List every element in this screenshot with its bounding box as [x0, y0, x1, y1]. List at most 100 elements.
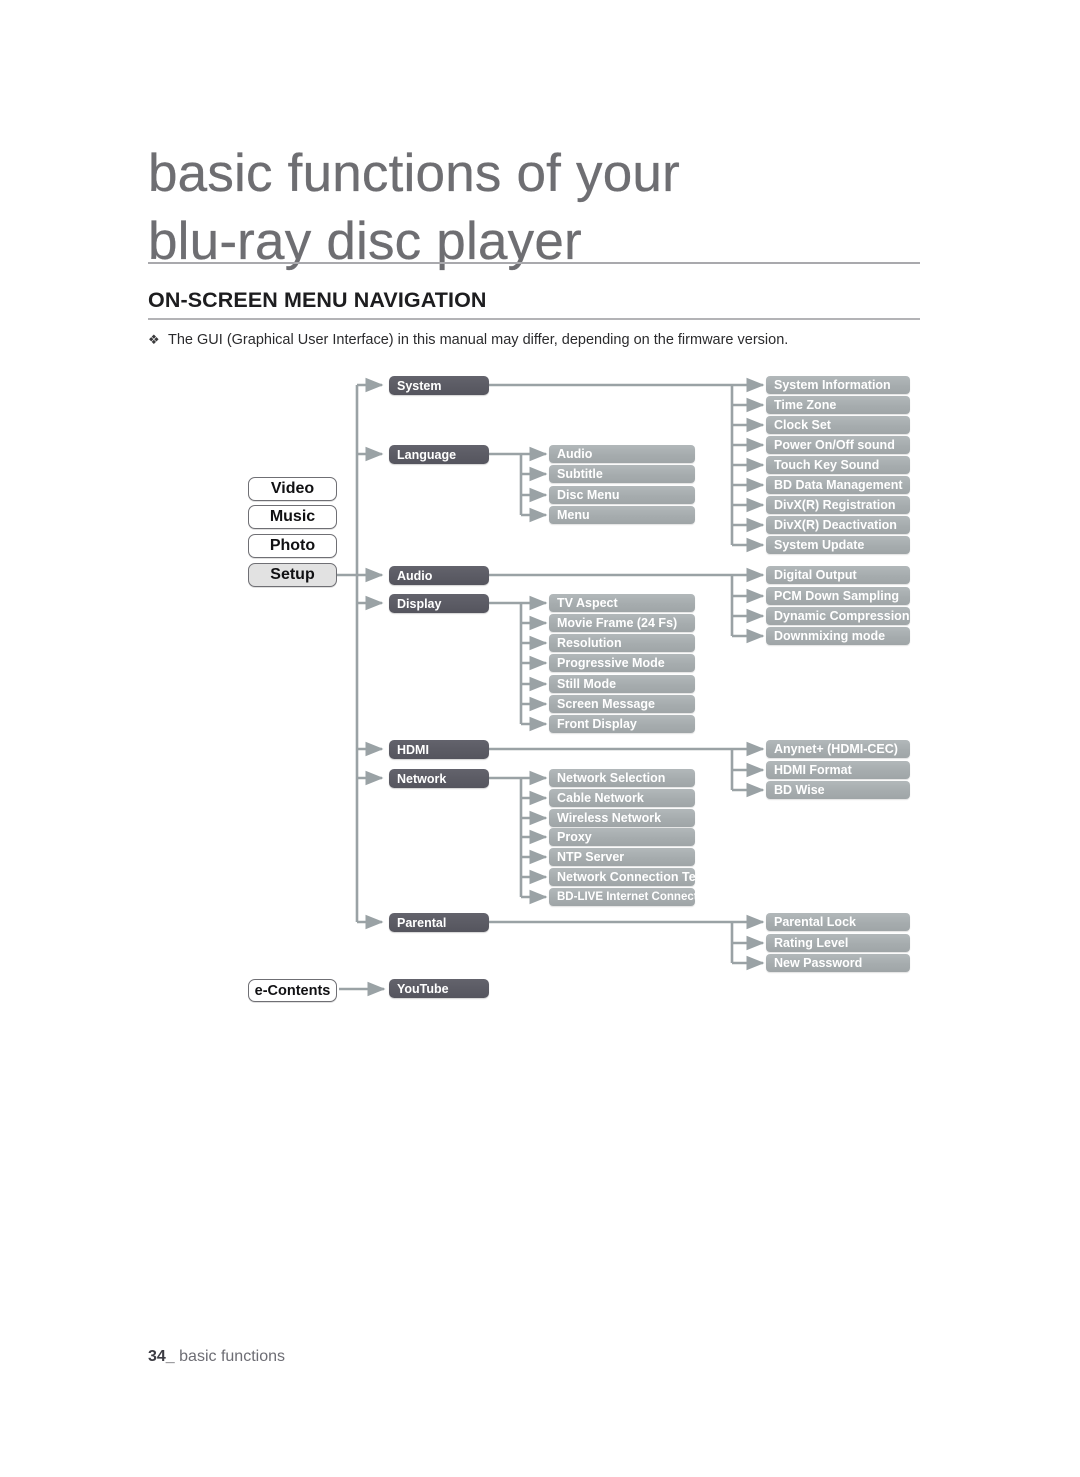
node-movie-frame[interactable]: Movie Frame (24 Fs) — [549, 614, 695, 632]
node-system-information[interactable]: System Information — [766, 376, 910, 394]
node-progressive-mode[interactable]: Progressive Mode — [549, 654, 695, 672]
node-divx-deactivation[interactable]: DivX(R) Deactivation — [766, 516, 910, 534]
node-time-zone-label: Time Zone — [774, 398, 837, 412]
node-screen-message[interactable]: Screen Message — [549, 695, 695, 713]
node-language-menu[interactable]: Menu — [549, 506, 695, 524]
main-menu-video[interactable]: Video — [248, 477, 337, 501]
node-system-label: System — [397, 378, 442, 393]
main-menu-setup[interactable]: Setup — [248, 563, 337, 587]
main-menu-music[interactable]: Music — [248, 505, 337, 529]
node-language-menu-label: Menu — [557, 508, 590, 522]
node-hdmi-label: HDMI — [397, 742, 429, 757]
connector-lines — [337, 377, 765, 997]
node-downmixing-mode-label: Downmixing mode — [774, 629, 886, 643]
node-clock-set[interactable]: Clock Set — [766, 416, 910, 434]
node-pcm-down-sampling[interactable]: PCM Down Sampling — [766, 587, 910, 605]
node-tv-aspect-label: TV Aspect — [557, 596, 618, 610]
node-time-zone[interactable]: Time Zone — [766, 396, 910, 414]
node-anynet-hdmi-cec[interactable]: Anynet+ (HDMI-CEC) — [766, 740, 910, 758]
main-menu-e-contents[interactable]: e-Contents — [248, 979, 337, 1002]
node-bd-live-internet-connection[interactable]: BD-LIVE Internet Connection — [549, 888, 715, 906]
node-movie-frame-label: Movie Frame (24 Fs) — [557, 616, 678, 630]
node-parental[interactable]: Parental — [389, 913, 489, 932]
node-bd-data-management-label: BD Data Management — [774, 478, 903, 492]
main-menu-music-label: Music — [269, 508, 316, 525]
node-language-label: Language — [397, 447, 457, 462]
node-language-subtitle-label: Subtitle — [557, 467, 603, 481]
node-digital-output-label: Digital Output — [774, 568, 857, 582]
node-language-audio[interactable]: Audio — [549, 445, 695, 463]
node-network-connection-test-label: Network Connection Test — [557, 870, 707, 884]
main-menu-e-contents-label: e-Contents — [254, 982, 331, 999]
node-system[interactable]: System — [389, 376, 489, 395]
node-touch-key-sound[interactable]: Touch Key Sound — [766, 456, 910, 474]
node-divx-registration-label: DivX(R) Registration — [774, 498, 896, 512]
node-network-connection-test[interactable]: Network Connection Test — [549, 868, 707, 886]
node-parental-lock[interactable]: Parental Lock — [766, 913, 910, 931]
node-new-password[interactable]: New Password — [766, 954, 910, 972]
node-pcm-down-sampling-label: PCM Down Sampling — [774, 589, 899, 603]
node-tv-aspect[interactable]: TV Aspect — [549, 594, 695, 612]
node-dynamic-compression-label: Dynamic Compression — [774, 609, 910, 623]
node-audio[interactable]: Audio — [389, 566, 489, 585]
node-parental-label: Parental — [397, 915, 447, 930]
node-bd-wise-label: BD Wise — [774, 783, 825, 797]
node-divx-registration[interactable]: DivX(R) Registration — [766, 496, 910, 514]
node-screen-message-label: Screen Message — [557, 697, 655, 711]
node-youtube-label: YouTube — [397, 981, 449, 996]
main-menu-photo-label: Photo — [269, 537, 316, 554]
node-system-update[interactable]: System Update — [766, 536, 910, 554]
node-bd-data-management[interactable]: BD Data Management — [766, 476, 910, 494]
node-language-subtitle[interactable]: Subtitle — [549, 465, 695, 483]
node-language-disc-menu[interactable]: Disc Menu — [549, 486, 695, 504]
node-system-information-label: System Information — [774, 378, 891, 392]
node-resolution[interactable]: Resolution — [549, 634, 695, 652]
node-language[interactable]: Language — [389, 445, 489, 464]
main-menu-video-label: Video — [270, 480, 315, 497]
node-resolution-label: Resolution — [557, 636, 622, 650]
footer-separator: _ — [165, 1348, 175, 1365]
node-proxy-label: Proxy — [557, 830, 592, 844]
main-menu-photo[interactable]: Photo — [248, 534, 337, 558]
node-new-password-label: New Password — [774, 956, 863, 970]
node-divx-deactivation-label: DivX(R) Deactivation — [774, 518, 897, 532]
node-front-display-label: Front Display — [557, 717, 637, 731]
node-wireless-network[interactable]: Wireless Network — [549, 809, 695, 827]
node-power-on-off-sound-label: Power On/Off sound — [774, 438, 895, 452]
node-hdmi-format[interactable]: HDMI Format — [766, 761, 910, 779]
node-progressive-mode-label: Progressive Mode — [557, 656, 665, 670]
node-network[interactable]: Network — [389, 769, 489, 788]
node-still-mode[interactable]: Still Mode — [549, 675, 695, 693]
main-menu-setup-label: Setup — [270, 566, 315, 583]
node-language-audio-label: Audio — [557, 447, 593, 461]
manual-page: basic functions of your blu-ray disc pla… — [0, 0, 1080, 1477]
node-front-display[interactable]: Front Display — [549, 715, 695, 733]
node-cable-network[interactable]: Cable Network — [549, 789, 695, 807]
node-display-label: Display — [397, 596, 442, 611]
node-language-disc-menu-label: Disc Menu — [557, 488, 620, 502]
node-bd-live-internet-connection-label: BD-LIVE Internet Connection — [557, 891, 715, 903]
node-proxy[interactable]: Proxy — [549, 828, 695, 846]
node-hdmi[interactable]: HDMI — [389, 740, 489, 759]
node-system-update-label: System Update — [774, 538, 865, 552]
node-ntp-server[interactable]: NTP Server — [549, 848, 695, 866]
footer-page-number: 34 — [148, 1348, 166, 1365]
node-audio-label: Audio — [397, 568, 433, 583]
node-network-selection[interactable]: Network Selection — [549, 769, 695, 787]
node-cable-network-label: Cable Network — [557, 791, 644, 805]
node-clock-set-label: Clock Set — [774, 418, 831, 432]
node-downmixing-mode[interactable]: Downmixing mode — [766, 627, 910, 645]
node-digital-output[interactable]: Digital Output — [766, 566, 910, 584]
node-hdmi-format-label: HDMI Format — [774, 763, 852, 777]
node-youtube[interactable]: YouTube — [389, 979, 489, 998]
footer-label: basic functions — [179, 1348, 285, 1365]
node-anynet-hdmi-cec-label: Anynet+ (HDMI-CEC) — [774, 742, 898, 756]
node-parental-lock-label: Parental Lock — [774, 915, 856, 929]
menu-navigation-diagram: Video Music Photo Setup e-Contents YouTu… — [0, 0, 1080, 1477]
node-dynamic-compression[interactable]: Dynamic Compression — [766, 607, 910, 625]
node-touch-key-sound-label: Touch Key Sound — [774, 458, 880, 472]
node-bd-wise[interactable]: BD Wise — [766, 781, 910, 799]
node-rating-level[interactable]: Rating Level — [766, 934, 910, 952]
node-power-on-off-sound[interactable]: Power On/Off sound — [766, 436, 910, 454]
node-display[interactable]: Display — [389, 594, 489, 613]
